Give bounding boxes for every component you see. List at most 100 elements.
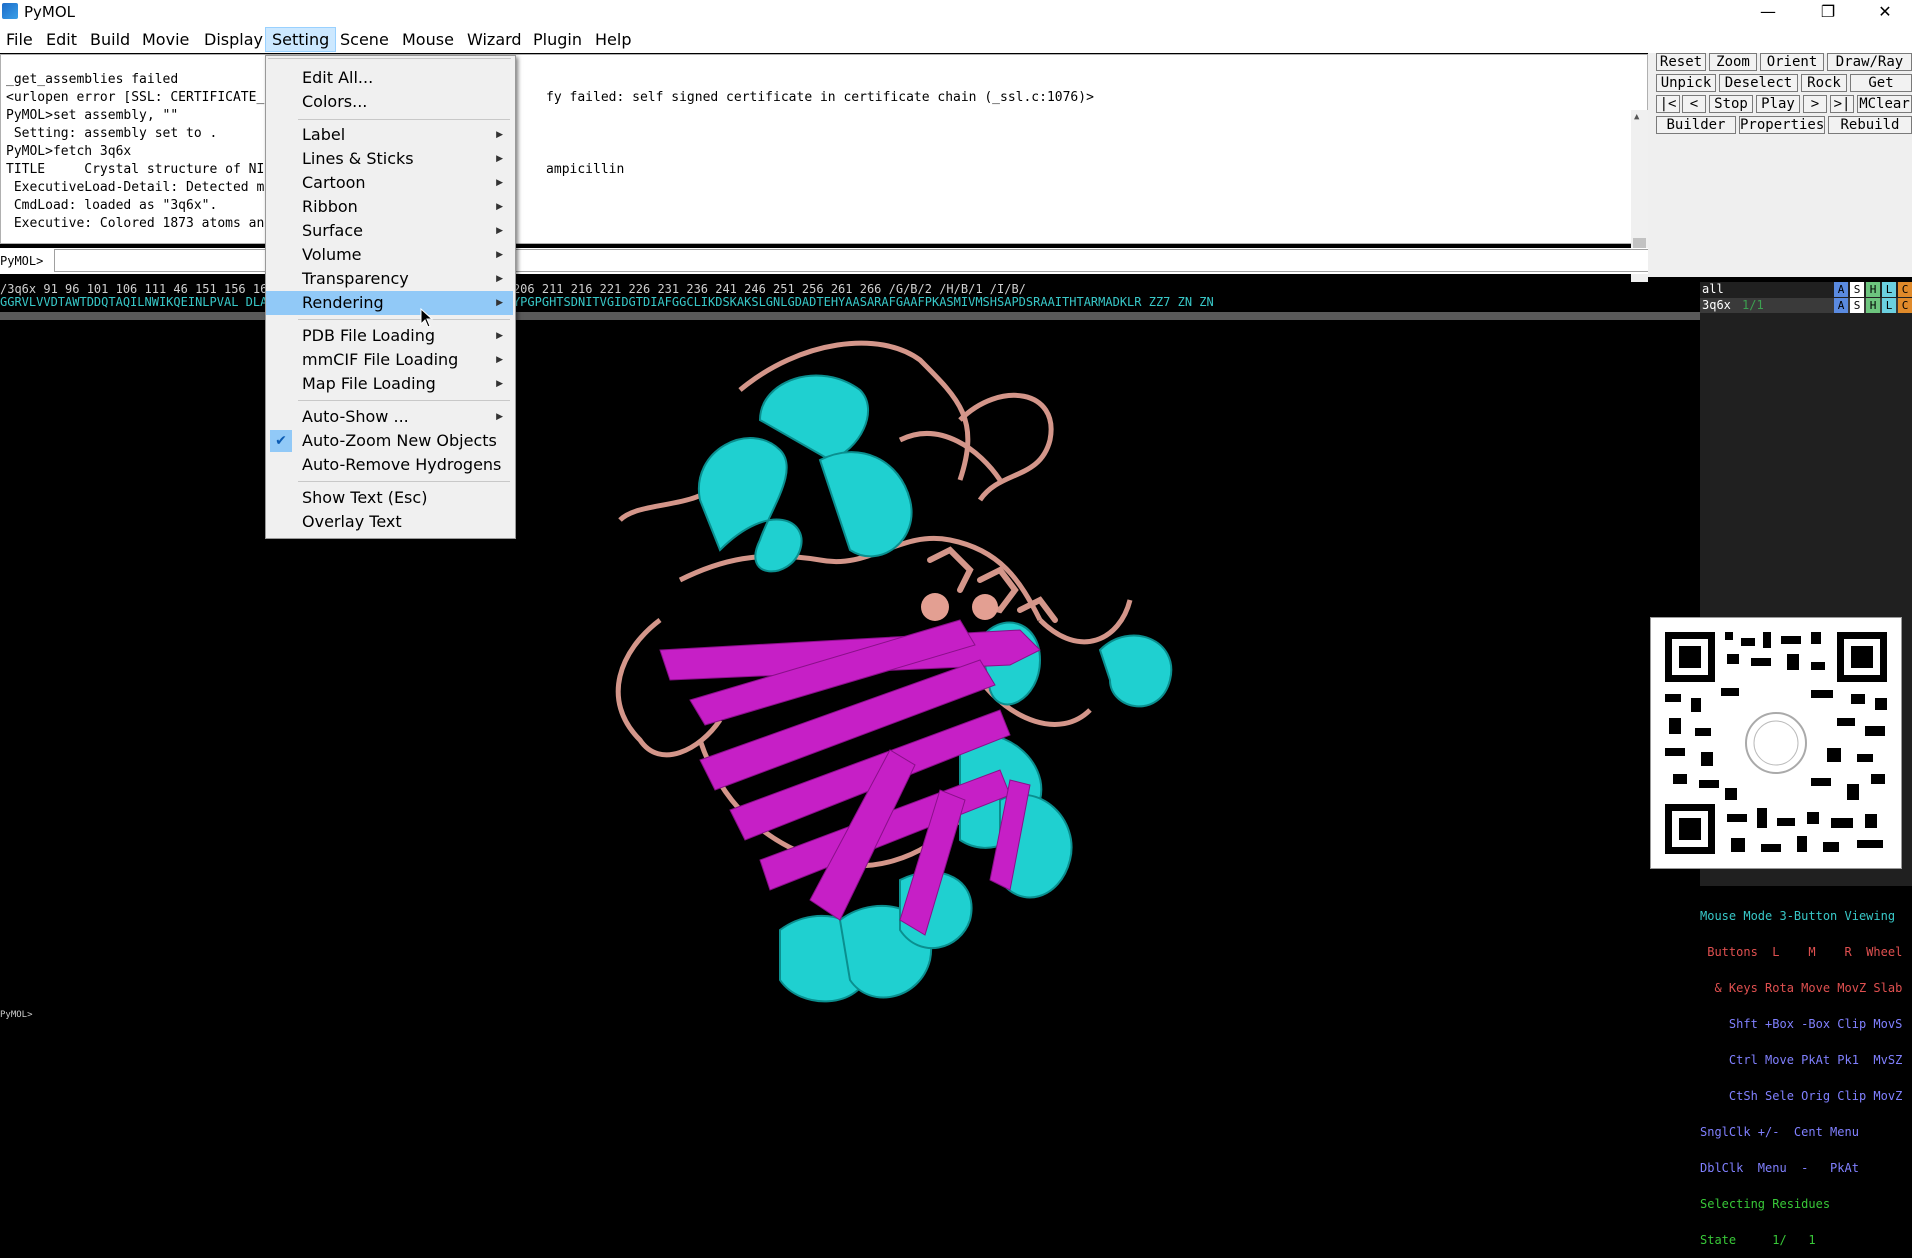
show-button[interactable]: S — [1850, 298, 1864, 313]
console-line: PyMOL>set assembly, "" — [6, 108, 179, 123]
stop-button[interactable]: Stop — [1709, 95, 1753, 113]
mouse-cursor-icon — [420, 308, 434, 328]
prev-frame-button[interactable]: < — [1682, 95, 1706, 113]
menu-item-mmcif-file-loading[interactable]: mmCIF File Loading ▶ — [266, 348, 513, 372]
console-line: PyMOL>fetch 3q6x — [6, 144, 132, 159]
restore-button[interactable]: ❐ — [1805, 0, 1851, 25]
sequence-residues[interactable]: GGRVLVVDTAWTDDQTAQILNWIKQEINLPVAL DLAPQE… — [0, 295, 1214, 309]
legend-selecting: Selecting Residues — [1700, 1197, 1831, 1211]
pymol-app-icon — [2, 3, 18, 19]
menu-item-colors[interactable]: Colors... — [266, 90, 513, 114]
submenu-arrow-icon: ▶ — [496, 178, 503, 188]
submenu-arrow-icon: ▶ — [496, 130, 503, 140]
menu-edit[interactable]: Edit — [40, 28, 83, 51]
reset-button[interactable]: Reset — [1656, 53, 1706, 71]
legend-line: Mouse Mode 3-Button Viewing — [1700, 909, 1896, 923]
checkmark-icon: ✔ — [270, 430, 292, 452]
first-frame-button[interactable]: |< — [1656, 95, 1680, 113]
get-view-button[interactable]: Get View — [1850, 74, 1912, 92]
menu-item-surface[interactable]: Surface ▶ — [266, 219, 513, 243]
color-button[interactable]: C — [1898, 298, 1912, 313]
action-button[interactable]: A — [1834, 298, 1848, 313]
sequence-scrollbar[interactable] — [0, 312, 1700, 320]
menu-plugin[interactable]: Plugin — [527, 28, 588, 51]
menu-help[interactable]: Help — [589, 28, 637, 51]
submenu-arrow-icon: ▶ — [496, 202, 503, 212]
menu-wizard[interactable]: Wizard — [461, 28, 528, 51]
menu-item-cartoon[interactable]: Cartoon ▶ — [266, 171, 513, 195]
menu-file[interactable]: File — [0, 28, 39, 51]
window-title: PyMOL — [24, 3, 76, 21]
object-row-all[interactable]: all A S H L C — [1700, 282, 1912, 297]
zinc-atom[interactable] — [972, 594, 998, 620]
title-bar: PyMOL — ❐ ✕ — [0, 0, 1912, 25]
last-frame-button[interactable]: >| — [1830, 95, 1854, 113]
hide-button[interactable]: H — [1866, 298, 1880, 313]
menu-tearoff[interactable] — [268, 58, 511, 59]
zoom-button[interactable]: Zoom — [1709, 53, 1757, 71]
minimize-button[interactable]: — — [1745, 0, 1791, 25]
draw-ray-button[interactable]: Draw/Ray ▾ — [1827, 53, 1912, 71]
submenu-arrow-icon: ▶ — [496, 298, 503, 308]
console-line: ExecutiveLoad-Detail: Detected m — [6, 180, 265, 195]
zinc-atom[interactable] — [921, 593, 949, 621]
submenu-arrow-icon: ▶ — [496, 274, 503, 284]
menu-mouse[interactable]: Mouse — [396, 28, 460, 51]
menu-item-map-file-loading[interactable]: Map File Loading ▶ — [266, 372, 513, 396]
menu-item-auto-show[interactable]: Auto-Show ... ▶ — [266, 405, 513, 429]
play-button[interactable]: Play — [1756, 95, 1800, 113]
rock-button[interactable]: Rock — [1801, 74, 1847, 92]
submenu-arrow-icon: ▶ — [496, 331, 503, 341]
console-line: CmdLoad: loaded as "3q6x". — [6, 198, 218, 213]
menu-item-pdb-file-loading[interactable]: PDB File Loading ▶ — [266, 324, 513, 348]
rebuild-button[interactable]: Rebuild — [1828, 116, 1912, 134]
menu-item-volume[interactable]: Volume ▶ — [266, 243, 513, 267]
color-button[interactable]: C — [1898, 282, 1912, 297]
submenu-arrow-icon: ▶ — [496, 226, 503, 236]
deselect-button[interactable]: Deselect — [1719, 74, 1798, 92]
menu-item-overlay-text[interactable]: Overlay Text — [266, 510, 513, 534]
bottom-prompt: PyMOL> — [0, 1010, 1700, 1020]
menu-item-auto-zoom[interactable]: ✔ Auto-Zoom New Objects — [266, 429, 513, 453]
menu-movie[interactable]: Movie — [136, 28, 195, 51]
menu-item-show-text[interactable]: Show Text (Esc) — [266, 486, 513, 510]
menu-item-lines-sticks[interactable]: Lines & Sticks ▶ — [266, 147, 513, 171]
menu-bar: File Edit Build Movie Display Setting Sc… — [0, 25, 1912, 53]
next-frame-button[interactable]: > — [1803, 95, 1827, 113]
orient-button[interactable]: Orient — [1760, 53, 1824, 71]
menu-build[interactable]: Build — [84, 28, 136, 51]
menu-item-auto-remove-hydrogens[interactable]: Auto-Remove Hydrogens — [266, 453, 513, 477]
object-name[interactable]: 3q6x — [1702, 298, 1731, 312]
menu-item-edit-all[interactable]: Edit All... — [266, 66, 513, 90]
action-button[interactable]: A — [1834, 282, 1848, 297]
menu-item-ribbon[interactable]: Ribbon ▶ — [266, 195, 513, 219]
object-name[interactable]: all — [1702, 282, 1724, 296]
sequence-viewer[interactable]: /3q6x 91 96 101 106 111 46 151 156 161 1… — [0, 282, 1700, 312]
show-button[interactable]: S — [1850, 282, 1864, 297]
menu-item-transparency[interactable]: Transparency ▶ — [266, 267, 513, 291]
properties-button[interactable]: Properties — [1739, 116, 1825, 134]
builder-button[interactable]: Builder — [1656, 116, 1736, 134]
menu-item-rendering[interactable]: Rendering ▶ — [266, 291, 513, 315]
close-button[interactable]: ✕ — [1862, 0, 1908, 25]
mclear-button[interactable]: MClear — [1857, 95, 1912, 113]
submenu-arrow-icon: ▶ — [496, 355, 503, 365]
menu-setting[interactable]: Setting — [265, 27, 337, 52]
object-row-3q6x[interactable]: 3q6x 1/1 A S H L C — [1700, 298, 1912, 313]
qr-code-image — [1650, 617, 1902, 869]
label-button[interactable]: L — [1882, 282, 1896, 297]
console-line: <urlopen error [SSL: CERTIFICATE_ fy fai… — [6, 90, 1094, 105]
protein-cartoon[interactable] — [0, 320, 1700, 1010]
hide-button[interactable]: H — [1866, 282, 1880, 297]
label-button[interactable]: L — [1882, 298, 1896, 313]
menu-item-label[interactable]: Label ▶ — [266, 123, 513, 147]
console-output: _get_assemblies failed <urlopen error [S… — [0, 54, 1648, 298]
menu-scene[interactable]: Scene — [334, 28, 395, 51]
submenu-arrow-icon: ▶ — [496, 379, 503, 389]
object-state: 1/1 — [1742, 298, 1764, 312]
scroll-up-icon[interactable]: ▲ — [1634, 112, 1639, 122]
menu-display[interactable]: Display — [198, 28, 269, 51]
console-line: Executive: Colored 1873 atoms an — [6, 216, 265, 231]
unpick-button[interactable]: Unpick — [1656, 74, 1716, 92]
3d-viewer[interactable] — [0, 320, 1700, 1010]
